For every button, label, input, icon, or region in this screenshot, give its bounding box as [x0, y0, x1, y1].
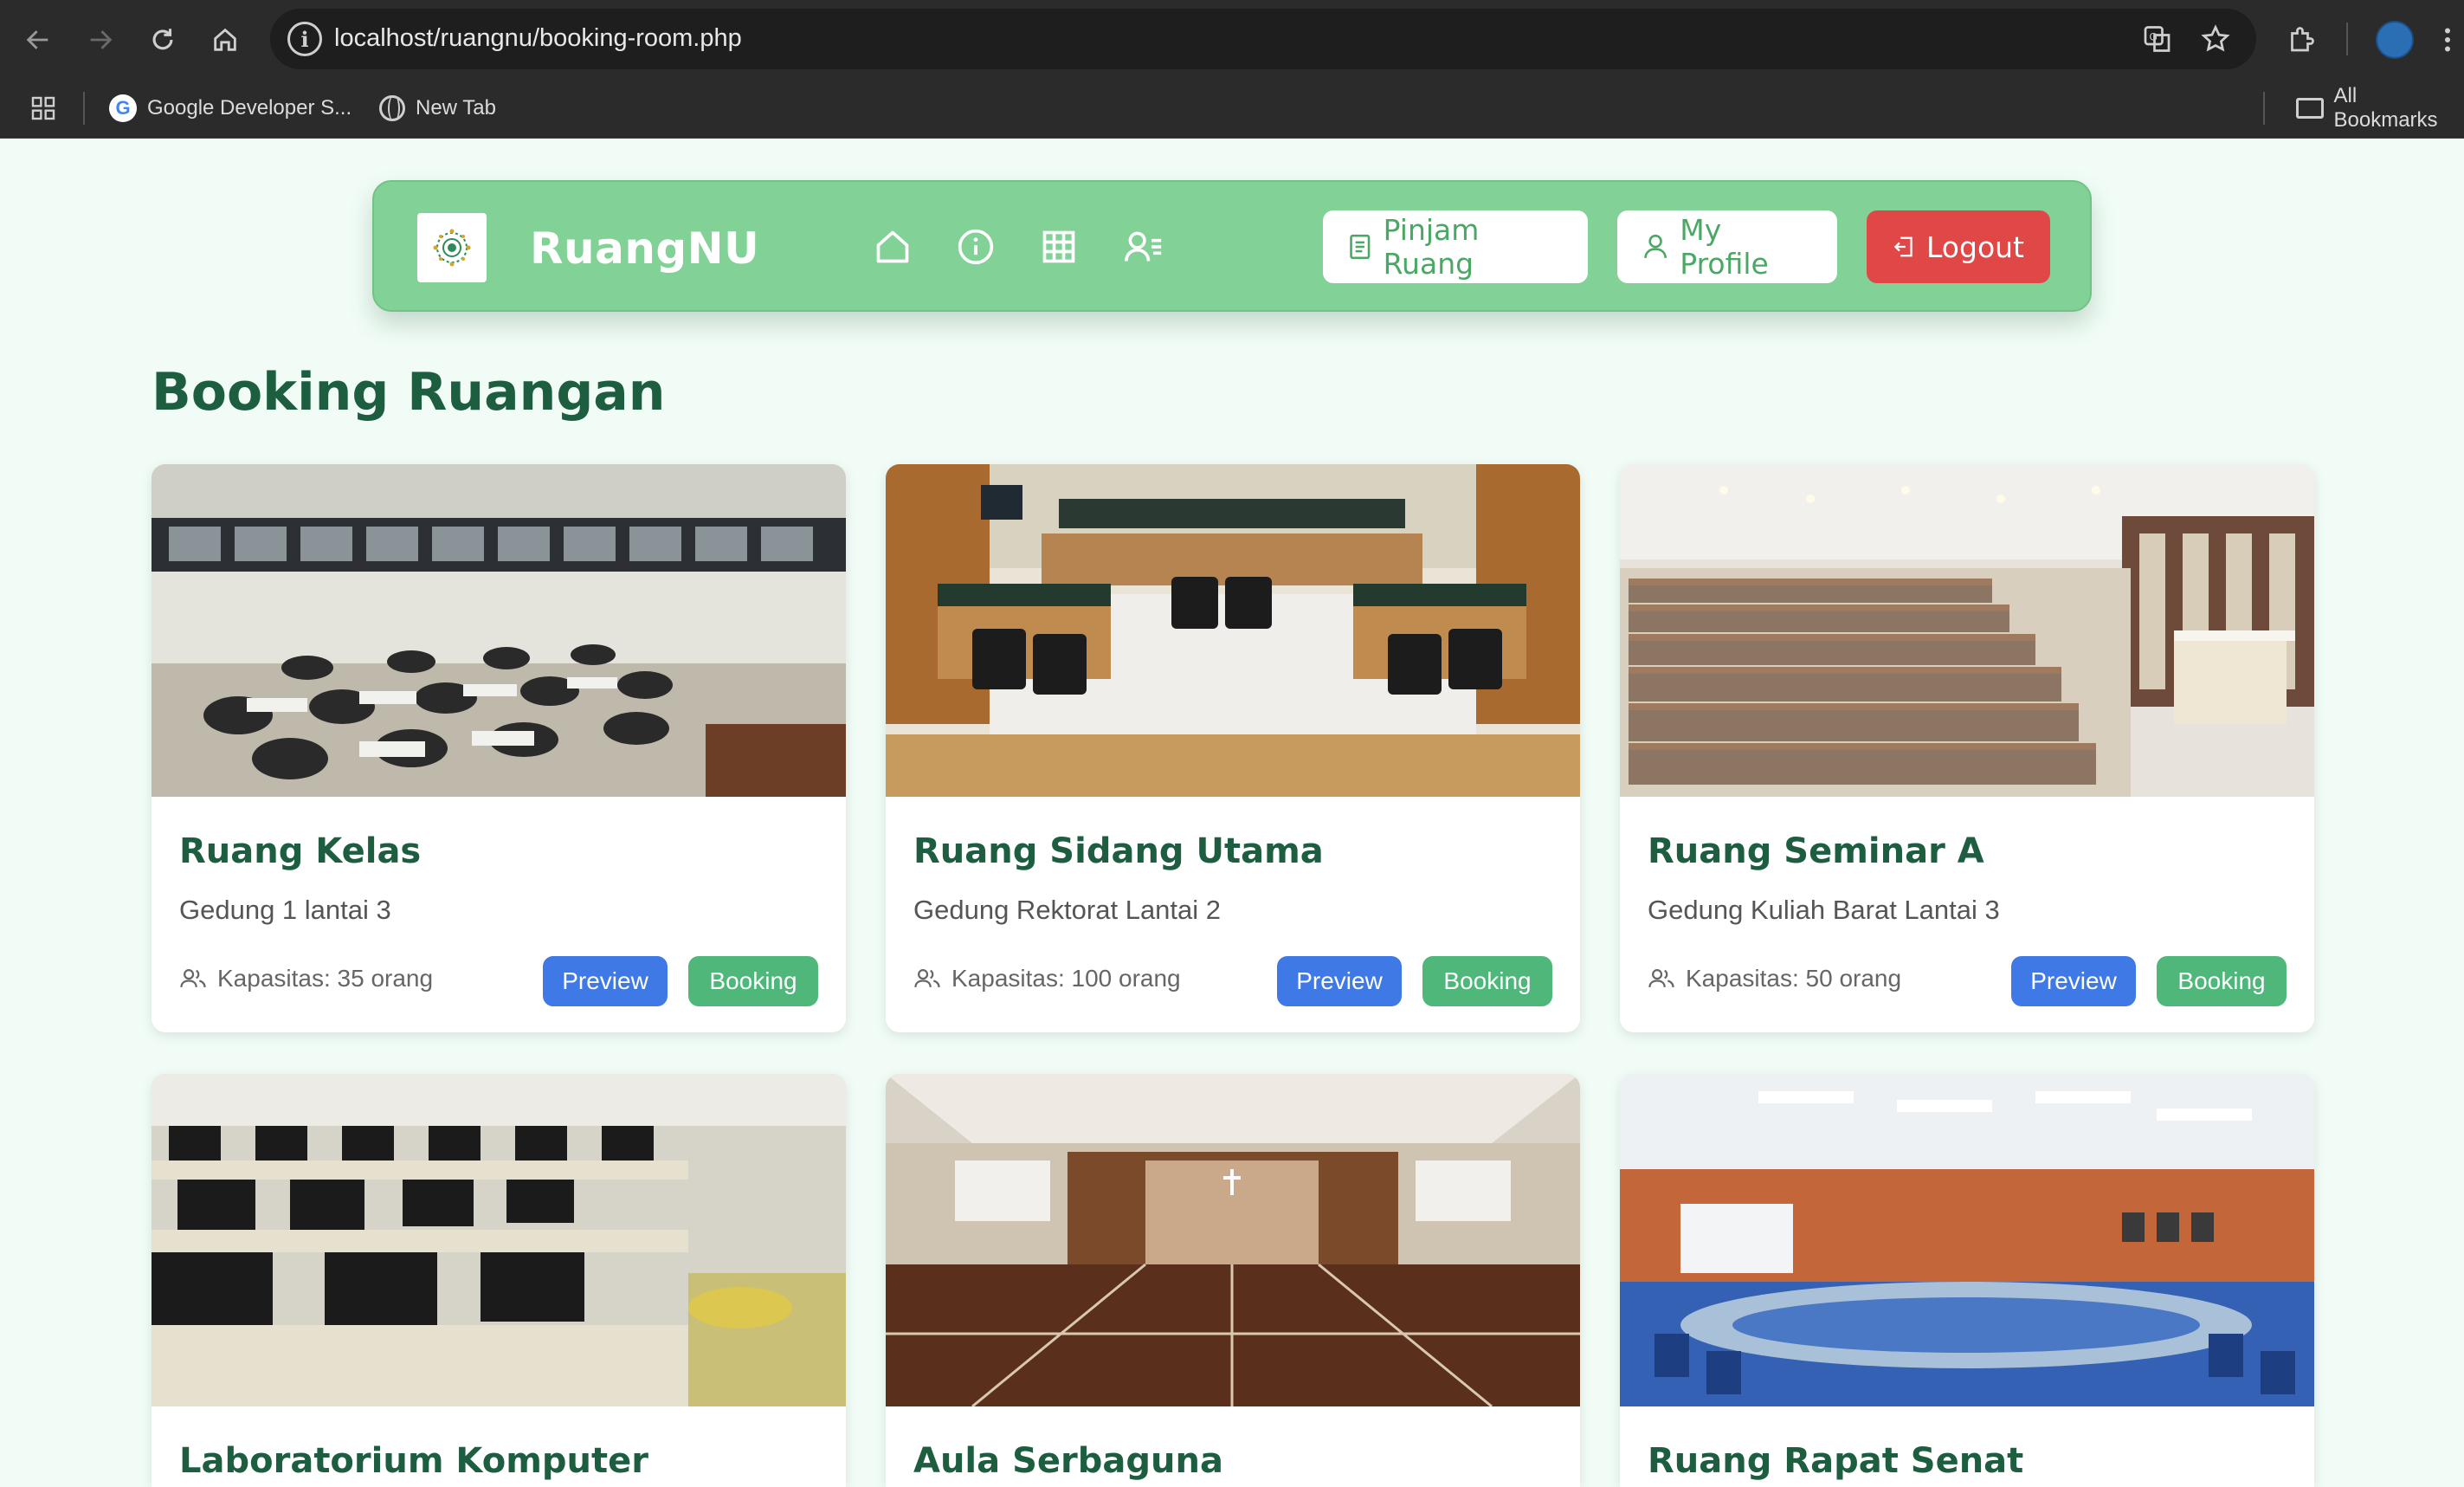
room-photo [1620, 464, 2314, 797]
room-card: Ruang Seminar A Gedung Kuliah Barat Lant… [1620, 464, 2314, 1032]
preview-button[interactable]: Preview [2011, 956, 2136, 1006]
nav-grid-icon[interactable] [1035, 223, 1082, 270]
back-arrow-icon[interactable] [14, 16, 62, 64]
booking-button[interactable]: Booking [1422, 956, 1552, 1006]
toolbar-divider [2346, 23, 2348, 55]
logout-button[interactable]: Logout [1867, 210, 2050, 283]
star-icon[interactable] [2197, 21, 2234, 57]
svg-text:G: G [2150, 31, 2158, 43]
users-icon [914, 969, 940, 987]
bookmark-google-developer[interactable]: G Google Developer S... [109, 92, 352, 125]
capacity-text: Kapasitas: 100 orang [951, 965, 1181, 992]
profile-avatar[interactable] [2376, 21, 2414, 59]
room-name: Ruang Sidang Utama [913, 831, 1324, 871]
bookmark-label: New Tab [416, 96, 496, 120]
preview-button[interactable]: Preview [1277, 956, 1402, 1006]
room-capacity: Kapasitas: 50 orang [1648, 965, 1901, 992]
bookmark-label: Google Developer S... [147, 96, 352, 120]
room-photo [886, 1074, 1580, 1406]
room-photo [152, 1074, 846, 1406]
bookmark-new-tab[interactable]: New Tab [379, 92, 496, 125]
reload-icon[interactable] [139, 16, 187, 64]
room-photo [886, 464, 1580, 797]
booking-button[interactable]: Booking [688, 956, 818, 1006]
pinjam-ruang-button[interactable]: Pinjam Ruang [1323, 210, 1588, 283]
app-logo[interactable] [417, 213, 487, 282]
room-photo [1620, 1074, 2314, 1406]
document-icon [1350, 234, 1371, 260]
room-name: Ruang Seminar A [1648, 831, 1984, 871]
room-card: Ruang Sidang Utama Gedung Rektorat Lanta… [886, 464, 1580, 1032]
all-bookmarks-label: All Bookmarks [2333, 84, 2438, 132]
room-photo [152, 464, 846, 797]
bookmarks-divider [83, 92, 85, 125]
bookmarks-bar: G Google Developer S... New Tab All Book… [0, 78, 2464, 139]
nav-user-list-icon[interactable] [1120, 223, 1167, 270]
booking-button[interactable]: Booking [2157, 956, 2287, 1006]
nav-info-icon[interactable] [952, 223, 999, 270]
room-location: Gedung Kuliah Barat Lantai 3 [1648, 895, 2000, 925]
users-icon [1648, 969, 1674, 987]
extensions-icon[interactable] [2277, 16, 2325, 64]
my-profile-label: My Profile [1680, 213, 1769, 281]
forward-arrow-icon[interactable] [76, 16, 125, 64]
bookmarks-divider [2263, 92, 2265, 125]
room-card: Laboratorium Komputer [152, 1074, 846, 1487]
room-name: Laboratorium Komputer [179, 1441, 648, 1481]
room-location: Gedung Rektorat Lantai 2 [913, 895, 1222, 925]
room-capacity: Kapasitas: 35 orang [179, 965, 433, 992]
address-bar[interactable]: i localhost/ruangnu/booking-room.php G [270, 9, 2256, 69]
url-text: localhost/ruangnu/booking-room.php [334, 24, 742, 52]
room-card: Aula Serbaguna [886, 1074, 1580, 1487]
logout-label: Logout [1926, 230, 2024, 264]
capacity-text: Kapasitas: 35 orang [217, 965, 434, 992]
page-title: Booking Ruangan [152, 362, 666, 423]
room-capacity: Kapasitas: 100 orang [913, 965, 1181, 992]
app-header: RuangNU Pinjam Ruang My Profile Logout [372, 180, 2092, 312]
my-profile-button[interactable]: My Profile [1617, 210, 1837, 283]
site-info-icon[interactable]: i [287, 22, 322, 56]
preview-button[interactable]: Preview [543, 956, 668, 1006]
room-card: Ruang Rapat Senat [1620, 1074, 2314, 1487]
pinjam-ruang-label: Pinjam Ruang [1383, 213, 1480, 281]
translate-icon[interactable]: G [2140, 21, 2177, 57]
room-name: Aula Serbaguna [913, 1441, 1223, 1481]
user-icon [1644, 234, 1667, 258]
browser-toolbar: i localhost/ruangnu/booking-room.php G [0, 0, 2464, 78]
capacity-text: Kapasitas: 50 orang [1686, 965, 1902, 992]
users-icon [180, 969, 206, 987]
all-bookmarks[interactable]: All Bookmarks [2296, 84, 2464, 132]
room-name: Ruang Rapat Senat [1648, 1441, 2024, 1481]
menu-dots-icon[interactable] [2431, 16, 2464, 64]
room-location: Gedung 1 lantai 3 [179, 895, 391, 925]
apps-grid-icon[interactable] [29, 92, 57, 125]
room-card: Ruang Kelas Gedung 1 lantai 3 Kapasitas:… [152, 464, 846, 1032]
google-logo-icon: G [109, 94, 137, 122]
brand-name[interactable]: RuangNU [530, 223, 759, 274]
room-name: Ruang Kelas [179, 831, 422, 871]
logout-icon [1893, 236, 1913, 257]
folder-icon [2296, 98, 2324, 119]
home-icon[interactable] [201, 16, 249, 64]
nav-home-icon[interactable] [869, 223, 916, 270]
globe-icon [379, 95, 405, 121]
